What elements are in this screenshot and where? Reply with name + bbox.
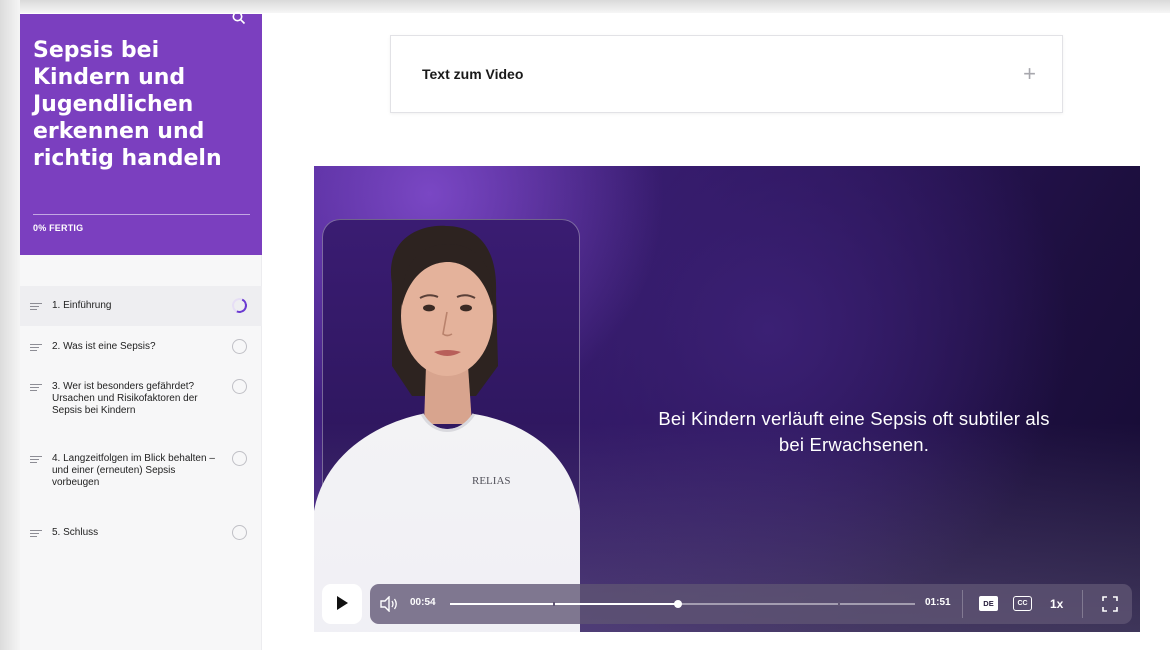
current-time: 00:54: [410, 597, 436, 608]
plus-icon[interactable]: +: [1023, 63, 1036, 85]
lesson-list: 1. Einführung 2. Was ist eine Sepsis? 3.…: [20, 282, 262, 554]
captions-button[interactable]: CC: [1013, 596, 1032, 611]
control-bar: 00:54 01:51 DE CC 1x: [370, 584, 1132, 624]
status-circle-icon: [232, 339, 247, 354]
lesson-item-1[interactable]: 1. Einführung: [20, 286, 262, 326]
progress-track[interactable]: [450, 600, 915, 608]
status-circle-icon: [229, 295, 250, 316]
window-left-edge: [0, 0, 20, 650]
window-top-edge: [0, 0, 1170, 13]
lesson-label: 4. Langzeitfolgen im Blick behalten – un…: [52, 453, 215, 488]
lesson-item-3[interactable]: 3. Wer ist besonders gefährdet? Ursachen…: [20, 366, 262, 438]
status-circle-icon: [232, 379, 247, 394]
drag-handle-icon: [30, 384, 42, 392]
course-title: Sepsis bei Kindern und Jugendlichen erke…: [33, 38, 222, 171]
drag-handle-icon: [30, 456, 42, 464]
control-separator: [1082, 590, 1083, 618]
presenter-image: RELIAS: [314, 225, 580, 632]
player-controls: 00:54 01:51 DE CC 1x: [322, 584, 1132, 624]
control-separator: [962, 590, 963, 618]
fullscreen-icon[interactable]: [1102, 596, 1118, 612]
accordion-title: Text zum Video: [422, 66, 524, 82]
search-icon[interactable]: [232, 10, 248, 26]
language-button[interactable]: DE: [979, 596, 998, 611]
lesson-item-2[interactable]: 2. Was ist eine Sepsis?: [20, 326, 262, 366]
progress-knob[interactable]: [674, 600, 682, 608]
video-player[interactable]: RELIAS Bei Kindern verläuft eine Sepsis …: [314, 166, 1140, 632]
playback-speed-button[interactable]: 1x: [1050, 596, 1063, 612]
total-time: 01:51: [925, 597, 951, 608]
drag-handle-icon: [30, 344, 42, 352]
drag-handle-icon: [30, 530, 42, 538]
video-text-accordion[interactable]: Text zum Video +: [390, 35, 1063, 113]
chapter-marker: [838, 602, 840, 606]
course-progress-label: 0% FERTIG: [33, 223, 84, 233]
status-circle-icon: [232, 525, 247, 540]
svg-text:RELIAS: RELIAS: [472, 475, 511, 487]
app-window: Sepsis bei Kindern und Jugendlichen erke…: [0, 0, 1170, 650]
lesson-label: 2. Was ist eine Sepsis?: [52, 341, 156, 352]
lesson-label: 3. Wer ist besonders gefährdet? Ursachen…: [52, 381, 198, 416]
chapter-marker: [553, 602, 555, 606]
play-button[interactable]: [322, 584, 362, 624]
header-divider: [33, 214, 250, 215]
lesson-label: 1. Einführung: [52, 300, 112, 311]
video-subtitle: Bei Kindern verläuft eine Sepsis oft sub…: [658, 408, 1050, 455]
volume-icon[interactable]: [380, 595, 400, 613]
course-sidebar: Sepsis bei Kindern und Jugendlichen erke…: [20, 11, 262, 650]
status-circle-icon: [232, 451, 247, 466]
sidebar-header: Sepsis bei Kindern und Jugendlichen erke…: [20, 11, 262, 255]
progress-fill: [450, 603, 678, 605]
lesson-item-4[interactable]: 4. Langzeitfolgen im Blick behalten – un…: [20, 438, 262, 514]
play-icon: [337, 596, 348, 610]
lesson-label: 5. Schluss: [52, 527, 99, 538]
drag-handle-icon: [30, 303, 42, 311]
lesson-item-5[interactable]: 5. Schluss: [20, 514, 262, 554]
